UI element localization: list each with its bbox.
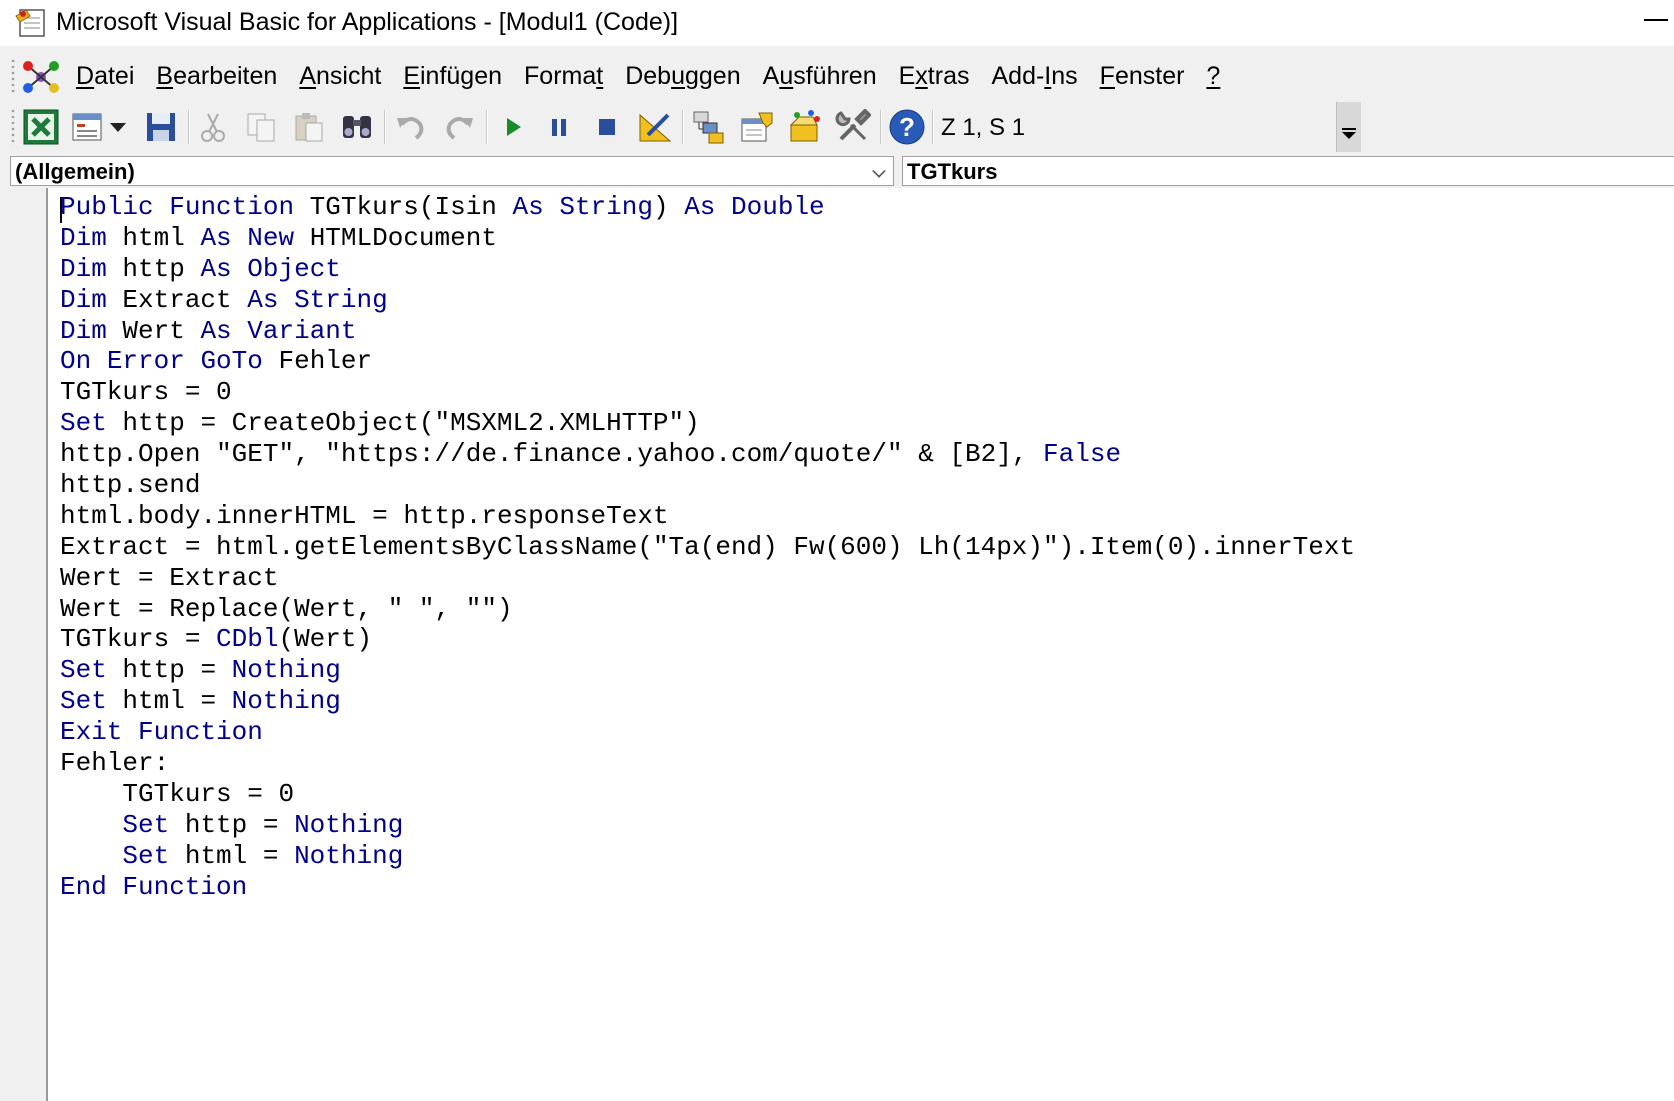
- code-line[interactable]: Dim html As New HTMLDocument: [60, 223, 1355, 254]
- code-line[interactable]: On Error GoTo Fehler: [60, 346, 1355, 377]
- properties-window-icon[interactable]: [736, 106, 778, 148]
- break-icon[interactable]: [538, 106, 580, 148]
- menu-item-bearbeiten[interactable]: Bearbeiten: [145, 60, 288, 92]
- code-line[interactable]: html.body.innerHTML = http.responseText: [60, 501, 1355, 532]
- menu-item-fenster[interactable]: Fenster: [1089, 60, 1196, 92]
- toolbar-separator: [880, 110, 882, 144]
- window-title: Microsoft Visual Basic for Applications …: [56, 8, 679, 36]
- code-text[interactable]: Public Function TGTkurs(Isin As String) …: [60, 192, 1355, 902]
- code-line[interactable]: Extract = html.getElementsByClassName("T…: [60, 532, 1355, 563]
- dropdown-arrow-icon[interactable]: [106, 106, 130, 148]
- copy-icon[interactable]: [240, 106, 282, 148]
- combo-row: (Allgemein) TGTkurs: [0, 152, 1674, 188]
- insert-userform-icon[interactable]: [66, 106, 108, 148]
- object-browser-icon[interactable]: [784, 106, 826, 148]
- toolbar-grip[interactable]: [10, 108, 16, 146]
- vba-logo-icon[interactable]: [20, 56, 62, 98]
- procedure-combo[interactable]: TGTkurs: [902, 156, 1674, 186]
- menu-item-add-ins[interactable]: Add-Ins: [980, 60, 1088, 92]
- code-line[interactable]: Wert = Replace(Wert, " ", ""): [60, 594, 1355, 625]
- menu-item-format[interactable]: Format: [513, 60, 614, 92]
- minimize-button[interactable]: [1634, 0, 1674, 40]
- reset-icon[interactable]: [586, 106, 628, 148]
- save-icon[interactable]: [140, 106, 182, 148]
- menu-item-debuggen[interactable]: Debuggen: [614, 60, 751, 92]
- svg-text:?: ?: [899, 112, 915, 142]
- object-combo[interactable]: (Allgemein): [10, 156, 894, 186]
- toolbox-icon[interactable]: [832, 106, 874, 148]
- design-mode-icon[interactable]: [634, 106, 676, 148]
- toolbar-separator: [932, 110, 934, 144]
- menu-item-extras[interactable]: Extras: [888, 60, 981, 92]
- paste-icon[interactable]: [288, 106, 330, 148]
- code-line[interactable]: Exit Function: [60, 717, 1355, 748]
- code-line[interactable]: Set html = Nothing: [60, 686, 1355, 717]
- menu-bar: Datei Bearbeiten Ansicht Einfügen Format Debu…: [0, 50, 1674, 102]
- menubar-grip[interactable]: [10, 58, 16, 94]
- code-line[interactable]: TGTkurs = CDbl(Wert): [60, 624, 1355, 655]
- standard-toolbar: ? Z 1, S 1: [0, 102, 1460, 152]
- menu-item-datei[interactable]: Datei: [65, 60, 145, 92]
- menu-item-help[interactable]: ?: [1195, 60, 1231, 92]
- cut-icon[interactable]: [192, 106, 234, 148]
- chevron-down-icon[interactable]: [872, 164, 886, 178]
- text-caret: [60, 197, 62, 223]
- menu-item-ausf-hren[interactable]: Ausführen: [752, 60, 888, 92]
- code-line[interactable]: Set http = Nothing: [60, 810, 1355, 841]
- code-line[interactable]: Dim Extract As String: [60, 285, 1355, 316]
- code-line[interactable]: http.send: [60, 470, 1355, 501]
- code-line[interactable]: Dim Wert As Variant: [60, 316, 1355, 347]
- menu-item-ansicht[interactable]: Ansicht: [288, 60, 392, 92]
- toolbar-separator: [682, 110, 684, 144]
- object-combo-value: (Allgemein): [15, 159, 135, 184]
- code-line[interactable]: http.Open "GET", "https://de.finance.yah…: [60, 439, 1355, 470]
- project-explorer-icon[interactable]: [688, 106, 730, 148]
- code-editor[interactable]: Public Function TGTkurs(Isin As String) …: [0, 188, 1674, 1101]
- help-icon[interactable]: ?: [886, 106, 928, 148]
- find-icon[interactable]: [336, 106, 378, 148]
- cursor-position: Z 1, S 1: [941, 114, 1026, 141]
- toolbar-separator: [486, 110, 488, 144]
- code-line[interactable]: TGTkurs = 0: [60, 779, 1355, 810]
- title-bar: Microsoft Visual Basic for Applications …: [0, 0, 1674, 46]
- toolbar-separator: [384, 110, 386, 144]
- excel-view-icon[interactable]: [20, 106, 62, 148]
- toolbar-separator: [188, 110, 190, 144]
- code-line[interactable]: Set http = CreateObject("MSXML2.XMLHTTP"…: [60, 408, 1355, 439]
- code-line[interactable]: Public Function TGTkurs(Isin As String) …: [60, 192, 1355, 223]
- code-line[interactable]: Set http = Nothing: [60, 655, 1355, 686]
- redo-icon[interactable]: [438, 106, 480, 148]
- code-line[interactable]: TGTkurs = 0: [60, 377, 1355, 408]
- code-line[interactable]: End Function: [60, 872, 1355, 903]
- breakpoint-margin[interactable]: [0, 188, 48, 1101]
- menu-items: Datei Bearbeiten Ansicht Einfügen Format Debu…: [65, 60, 1231, 92]
- code-line[interactable]: Fehler:: [60, 748, 1355, 779]
- undo-icon[interactable]: [390, 106, 432, 148]
- code-line[interactable]: Dim http As Object: [60, 254, 1355, 285]
- code-line[interactable]: Wert = Extract: [60, 563, 1355, 594]
- procedure-combo-value: TGTkurs: [907, 159, 998, 184]
- vba-window-icon: [15, 9, 45, 37]
- toolbar-options-button[interactable]: [1336, 102, 1361, 152]
- code-line[interactable]: Set html = Nothing: [60, 841, 1355, 872]
- run-icon[interactable]: [492, 106, 534, 148]
- menu-item-einf-gen[interactable]: Einfügen: [392, 60, 513, 92]
